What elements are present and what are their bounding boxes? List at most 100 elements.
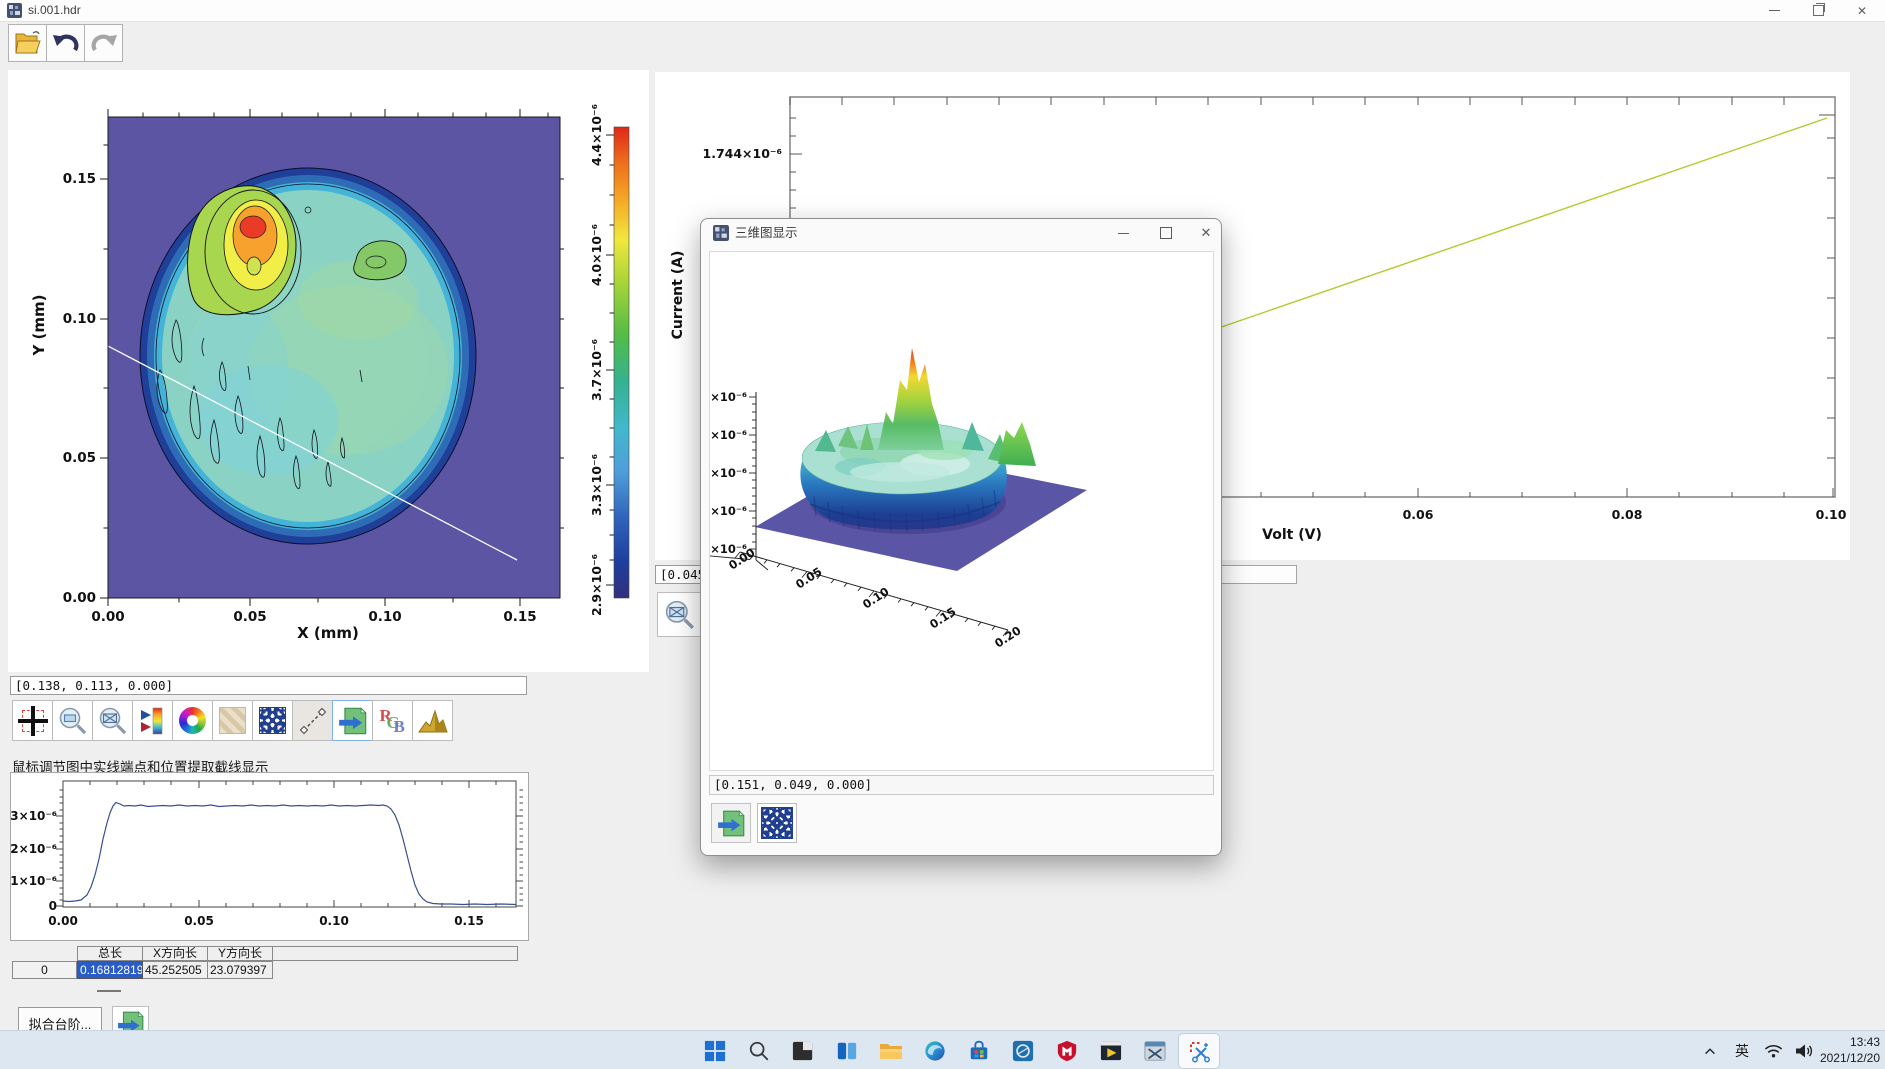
- restore-icon: [1813, 5, 1824, 16]
- taskbar-app-window-x[interactable]: [1133, 1031, 1177, 1069]
- contour-xlabel: X (mm): [297, 624, 359, 642]
- active-app-button[interactable]: [1177, 1031, 1221, 1069]
- popup-maximize-button[interactable]: [1149, 220, 1183, 246]
- colorscale-icon: [138, 706, 168, 736]
- taskbar-app-dark[interactable]: [781, 1031, 825, 1069]
- iv-zoom-out-button[interactable]: [657, 592, 702, 637]
- close-icon: ✕: [1201, 225, 1212, 241]
- profile-plot[interactable]: 3×10⁻⁶ 2×10⁻⁶ 1×10⁻⁶ 0 0.00 0.05 0.10 0.…: [11, 773, 528, 940]
- popup-3d-canvas[interactable]: 5×10⁻⁶ 0×10⁻⁶ 5×10⁻⁶ 0×10⁻⁶ 5×10⁻⁶ 0.00 …: [709, 251, 1214, 771]
- chevron-up-icon: [1703, 1045, 1717, 1057]
- undo-button[interactable]: [46, 24, 85, 62]
- zoom-out-icon: [664, 599, 696, 631]
- close-icon: ✕: [1857, 4, 1867, 18]
- contour-xtick-2: 0.10: [368, 609, 401, 625]
- close-button[interactable]: ✕: [1840, 0, 1884, 21]
- store-icon: [968, 1040, 990, 1062]
- contour-xtick-3: 0.15: [503, 609, 536, 625]
- popup-close-button[interactable]: ✕: [1189, 220, 1223, 246]
- colorbar-tick-1: 4.0×10⁻⁶: [589, 224, 604, 286]
- taskbar-app-blue[interactable]: [1001, 1031, 1045, 1069]
- cell-y-length[interactable]: 23.079397: [208, 961, 273, 979]
- resize-handle[interactable]: [97, 990, 121, 992]
- open-file-button[interactable]: [8, 24, 47, 62]
- pattern-tool-button[interactable]: [252, 700, 293, 741]
- start-button[interactable]: [693, 1031, 737, 1069]
- dark-app-icon: [792, 1040, 814, 1062]
- contour-plot[interactable]: 0.15 0.10 0.05 0.00 0.00 0.05 0.10 0.15 …: [8, 70, 649, 672]
- profile-xtick-0: 0.00: [48, 914, 78, 928]
- contour-xtick-1: 0.05: [233, 609, 266, 625]
- search-button[interactable]: [737, 1031, 781, 1069]
- zoom-in-tool-button[interactable]: [52, 700, 93, 741]
- surface-ztick-3: 0×10⁻⁶: [710, 504, 747, 518]
- cell-x-length[interactable]: 45.252505: [143, 961, 208, 979]
- export-icon: [717, 809, 746, 838]
- profile-panel: 3×10⁻⁶ 2×10⁻⁶ 1×10⁻⁶ 0 0.00 0.05 0.10 0.…: [10, 772, 529, 941]
- popup-export-button[interactable]: [711, 803, 751, 843]
- restore-button[interactable]: [1796, 0, 1840, 21]
- file-explorer-icon: [879, 1040, 903, 1062]
- minimize-icon: [1118, 233, 1129, 234]
- mcafee-button[interactable]: [1045, 1031, 1089, 1069]
- colorscale-tool-button[interactable]: [132, 700, 173, 741]
- task-view-icon: [836, 1040, 858, 1062]
- edge-browser-button[interactable]: [913, 1031, 957, 1069]
- crosshair-tool-button[interactable]: [12, 700, 53, 741]
- profile-ytick-3: 0: [49, 899, 57, 913]
- open-folder-icon: [13, 30, 43, 56]
- popup-app-icon: [713, 225, 729, 241]
- surface-ztick-0: 5×10⁻⁶: [710, 390, 747, 404]
- iv-xlabel: Volt (V): [1262, 527, 1322, 543]
- search-icon: [748, 1040, 770, 1062]
- main-title-bar[interactable]: si.001.hdr ✕: [0, 0, 1885, 22]
- blue-pattern-icon: [259, 707, 286, 734]
- ime-indicator[interactable]: 英: [1728, 1031, 1756, 1069]
- export-tool-button[interactable]: [332, 700, 373, 741]
- popup-title-bar[interactable]: 三维图显示 ✕: [701, 219, 1221, 247]
- surface3d-tool-button[interactable]: [412, 700, 453, 741]
- linecut-tool-button[interactable]: [292, 700, 333, 741]
- profile-ytick-1: 2×10⁻⁶: [11, 842, 57, 856]
- surface-secondary-peak: [998, 422, 1036, 466]
- texture-tool-button[interactable]: [212, 700, 253, 741]
- tray-chevron-button[interactable]: [1698, 1031, 1722, 1069]
- table-row-index[interactable]: 0: [12, 961, 77, 979]
- surface-ztick-2: 5×10⁻⁶: [710, 466, 747, 480]
- cell-total-length[interactable]: 0.16812819: [77, 961, 143, 979]
- taskbar-app-terminal[interactable]: [1089, 1031, 1133, 1069]
- blue-pattern-icon: [761, 807, 793, 839]
- rgb-tool-button[interactable]: R G B: [372, 700, 413, 741]
- header-filler: [273, 946, 518, 961]
- popup-minimize-button[interactable]: [1106, 220, 1140, 246]
- colorbar-tick-3: 3.3×10⁻⁶: [589, 454, 604, 516]
- popup-3d-window: 三维图显示 ✕: [700, 218, 1222, 856]
- colorwheel-icon: [179, 707, 206, 734]
- zoom-in-icon: [58, 706, 88, 736]
- file-explorer-button[interactable]: [869, 1031, 913, 1069]
- table-row[interactable]: 0.16812819 45.252505 23.079397: [77, 961, 518, 979]
- iv-ylabel: Current (A): [670, 251, 686, 340]
- wifi-button[interactable]: [1760, 1031, 1786, 1069]
- contour-ytick-1: 0.10: [63, 311, 96, 327]
- volume-button[interactable]: [1790, 1031, 1818, 1069]
- task-view-button[interactable]: [825, 1031, 869, 1069]
- minimize-button[interactable]: [1752, 0, 1796, 21]
- contour-xtick-0: 0.00: [91, 609, 124, 625]
- colorbar-tick-2: 3.7×10⁻⁶: [589, 339, 604, 401]
- popup-pattern-button[interactable]: [757, 803, 797, 843]
- colorwheel-tool-button[interactable]: [172, 700, 213, 741]
- surface3d-icon: [417, 707, 449, 735]
- surface3d-plot: 5×10⁻⁶ 0×10⁻⁶ 5×10⁻⁶ 0×10⁻⁶ 5×10⁻⁶ 0.00 …: [710, 252, 1213, 770]
- terminal-app-icon: [1100, 1040, 1122, 1062]
- profile-xtick-3: 0.15: [454, 914, 484, 928]
- zoom-out-icon: [98, 706, 128, 736]
- measure-table-header: 总长 X方向长 Y方向长: [77, 946, 518, 961]
- redo-button[interactable]: [84, 24, 123, 62]
- zoom-out-tool-button[interactable]: [92, 700, 133, 741]
- colorbar-tick-0: 4.4×10⁻⁶: [589, 104, 604, 166]
- blue-circle-app-icon: [1012, 1040, 1034, 1062]
- store-button[interactable]: [957, 1031, 1001, 1069]
- clock[interactable]: 13:43 2021/12/20: [1818, 1031, 1880, 1069]
- contour-coords-readout: [0.138, 0.113, 0.000]: [10, 676, 527, 695]
